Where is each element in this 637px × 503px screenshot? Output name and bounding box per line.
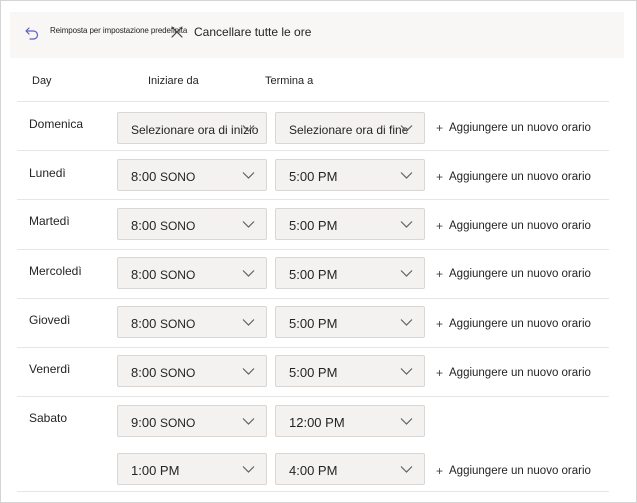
chevron-down-icon <box>242 172 255 179</box>
start-time-select-martedi[interactable]: 8:00 SONO <box>117 208 267 240</box>
start-time-value: 8:00 SONO <box>131 218 196 233</box>
add-time-label: Aggiungere un nuovo orario <box>449 268 591 280</box>
close-icon <box>171 26 183 38</box>
chevron-down-icon <box>242 319 255 326</box>
start-time-select-domenica[interactable]: Selezionare ora di inizio <box>117 112 267 144</box>
add-time-button-martedi[interactable]: + Aggiungere un nuovo orario <box>436 219 591 233</box>
end-time-select-sabato-2[interactable]: 4:00 PM <box>275 453 425 485</box>
column-header-end: Termina a <box>265 75 314 87</box>
divider <box>17 101 609 102</box>
start-time-select-giovedi[interactable]: 8:00 SONO <box>117 306 267 338</box>
add-time-button-mercoledi[interactable]: + Aggiungere un nuovo orario <box>436 267 591 281</box>
start-time-value: 8:00 SONO <box>131 267 196 282</box>
divider <box>17 298 609 299</box>
end-time-value: 5:00 PM <box>289 218 338 233</box>
chevron-down-icon <box>242 368 255 375</box>
chevron-down-icon <box>400 319 413 326</box>
day-label-venerdi: Venerdì <box>29 362 71 376</box>
plus-icon: + <box>436 464 444 478</box>
add-time-label: Aggiungere un nuovo orario <box>449 220 591 232</box>
chevron-down-icon <box>400 125 413 132</box>
end-time-value: 12:00 PM <box>289 415 345 430</box>
reset-label: Reimposta per impostazione predefinita <box>50 26 188 35</box>
chevron-down-icon <box>400 270 413 277</box>
toolbar: Reimposta per impostazione predefinita C… <box>10 12 624 58</box>
chevron-down-icon <box>242 221 255 228</box>
end-time-value: 5:00 PM <box>289 267 338 282</box>
undo-arrow-icon <box>25 27 39 40</box>
column-header-start: Iniziare da <box>148 75 199 87</box>
day-label-martedi: Martedì <box>29 214 70 228</box>
end-time-select-venerdi[interactable]: 5:00 PM <box>275 355 425 387</box>
plus-icon: + <box>436 170 444 184</box>
add-time-button-lunedi[interactable]: + Aggiungere un nuovo orario <box>436 170 591 184</box>
end-time-value: 5:00 PM <box>289 365 338 380</box>
plus-icon: + <box>436 267 444 281</box>
day-label-lunedi: Lunedì <box>29 166 66 180</box>
add-time-label: Aggiungere un nuovo orario <box>449 318 591 330</box>
end-time-value: Selezionare ora di fine <box>289 123 409 137</box>
chevron-down-icon <box>242 418 255 425</box>
chevron-down-icon <box>400 221 413 228</box>
add-time-button-giovedi[interactable]: + Aggiungere un nuovo orario <box>436 317 591 331</box>
divider <box>17 199 609 200</box>
start-time-select-sabato[interactable]: 9:00 SONO <box>117 405 267 437</box>
start-time-value: 8:00 SONO <box>131 365 196 380</box>
end-time-select-giovedi[interactable]: 5:00 PM <box>275 306 425 338</box>
reset-to-default-button[interactable]: Reimposta per impostazione predefinita <box>24 22 187 44</box>
working-hours-panel: Reimposta per impostazione predefinita C… <box>0 0 637 503</box>
plus-icon: + <box>436 121 444 135</box>
day-label-sabato: Sabato <box>29 411 68 425</box>
plus-icon: + <box>436 219 444 233</box>
start-time-value: 1:00 PM <box>131 463 180 478</box>
divider <box>17 396 609 397</box>
divider <box>17 491 609 492</box>
plus-icon: + <box>436 366 444 380</box>
chevron-down-icon <box>400 418 413 425</box>
end-time-select-lunedi[interactable]: 5:00 PM <box>275 159 425 191</box>
chevron-down-icon <box>400 172 413 179</box>
divider <box>17 150 609 151</box>
end-time-select-sabato[interactable]: 12:00 PM <box>275 405 425 437</box>
add-time-label: Aggiungere un nuovo orario <box>449 122 591 134</box>
end-time-value: 4:00 PM <box>289 463 338 478</box>
add-time-button-sabato[interactable]: + Aggiungere un nuovo orario <box>436 464 591 478</box>
end-time-select-domenica[interactable]: Selezionare ora di fine <box>275 112 425 144</box>
end-time-select-martedi[interactable]: 5:00 PM <box>275 208 425 240</box>
chevron-down-icon <box>400 368 413 375</box>
day-label-mercoledi: Mercoledì <box>29 264 82 278</box>
start-time-select-venerdi[interactable]: 8:00 SONO <box>117 355 267 387</box>
chevron-down-icon <box>242 270 255 277</box>
plus-icon: + <box>436 317 444 331</box>
chevron-down-icon <box>242 466 255 473</box>
end-time-value: 5:00 PM <box>289 316 338 331</box>
end-time-value: 5:00 PM <box>289 169 338 184</box>
add-time-label: Aggiungere un nuovo orario <box>449 171 591 183</box>
start-time-value: 8:00 SONO <box>131 169 196 184</box>
start-time-value: 8:00 SONO <box>131 316 196 331</box>
chevron-down-icon <box>400 466 413 473</box>
clear-label: Cancellare tutte le ore <box>194 25 312 39</box>
start-time-select-mercoledi[interactable]: 8:00 SONO <box>117 257 267 289</box>
start-time-value: Selezionare ora di inizio <box>131 123 259 137</box>
clear-all-hours-button[interactable]: Cancellare tutte le ore <box>170 25 311 39</box>
add-time-button-venerdi[interactable]: + Aggiungere un nuovo orario <box>436 366 591 380</box>
start-time-select-sabato-2[interactable]: 1:00 PM <box>117 453 267 485</box>
day-label-giovedi: Giovedì <box>29 313 71 327</box>
add-time-label: Aggiungere un nuovo orario <box>449 465 591 477</box>
column-header-day: Day <box>32 75 52 87</box>
divider <box>17 249 609 250</box>
start-time-value: 9:00 SONO <box>131 415 196 430</box>
end-time-select-mercoledi[interactable]: 5:00 PM <box>275 257 425 289</box>
start-time-select-lunedi[interactable]: 8:00 SONO <box>117 159 267 191</box>
divider <box>17 347 609 348</box>
chevron-down-icon <box>242 125 255 132</box>
add-time-label: Aggiungere un nuovo orario <box>449 367 591 379</box>
add-time-button-domenica[interactable]: + Aggiungere un nuovo orario <box>436 121 591 135</box>
day-label-domenica: Domenica <box>29 117 84 131</box>
